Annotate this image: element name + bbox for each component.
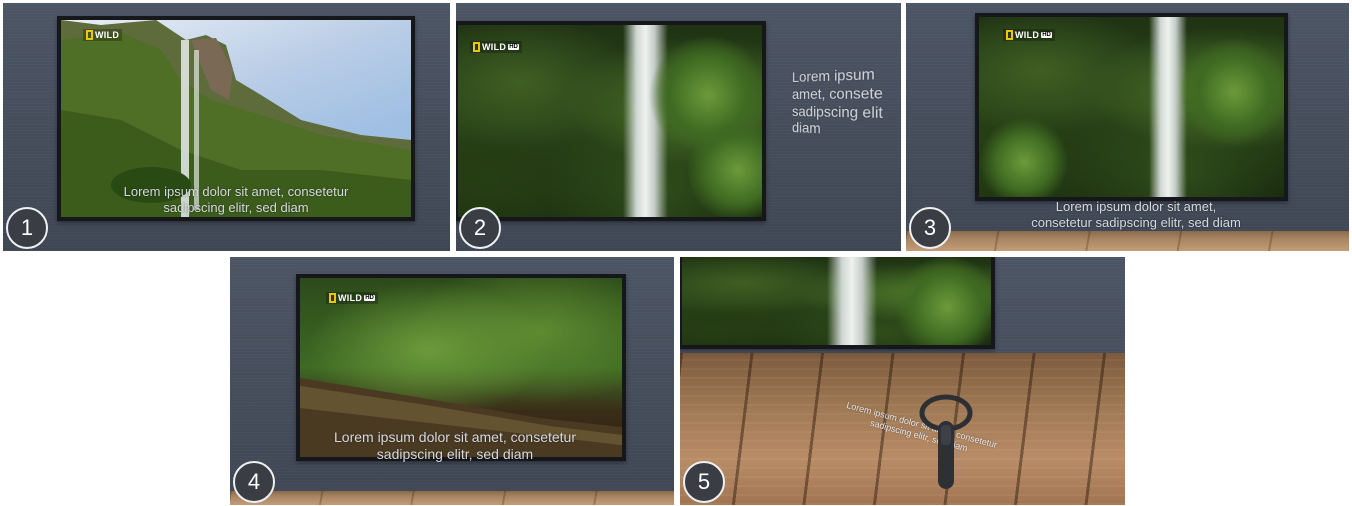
logo-text: WILD (1015, 30, 1040, 40)
video-screen-1: WILD Lorem ipsum dolor sit amet, consete… (57, 16, 415, 221)
step-badge-4: 4 (233, 461, 275, 503)
channel-logo: WILD (83, 29, 123, 41)
wooden-floor (906, 231, 1349, 251)
subtitle-line: sadipscing elitr, sed diam (376, 445, 534, 462)
video-screen-5 (680, 257, 995, 349)
hd-badge: HD (508, 44, 519, 50)
logo-frame-icon (86, 30, 93, 40)
video-screen-3: WILD HD (975, 13, 1288, 201)
channel-logo: WILD HD (326, 292, 378, 304)
subtitle-line: Lorem ipsum dolor sit amet, consetetur (334, 429, 576, 445)
channel-logo: WILD HD (470, 41, 522, 53)
panel-1: WILD Lorem ipsum dolor sit amet, consete… (3, 3, 450, 251)
logo-frame-icon (1006, 30, 1013, 40)
subtitle-line: consetetur sadipscing elitr, sed diam (1031, 214, 1241, 230)
hd-badge: HD (364, 295, 375, 301)
subtitle-line: amet, consete (792, 83, 883, 102)
step-badge-1: 1 (6, 207, 48, 249)
subtitle-4: Lorem ipsum dolor sit amet, consetetur s… (270, 429, 640, 463)
panel-5: Lorem ipsum dolor sit amet, consetetur s… (680, 257, 1125, 505)
wooden-floor (230, 491, 674, 505)
logo-frame-icon (473, 42, 480, 52)
subtitle-3: Lorem ipsum dolor sit amet, consetetur s… (966, 199, 1306, 230)
subtitle-line: diam (792, 119, 821, 137)
logo-text: WILD (95, 30, 120, 40)
panel-4: WILD HD Lorem ipsum dolor sit amet, cons… (230, 257, 674, 505)
vr-controller-icon (919, 394, 973, 489)
foliage (979, 117, 1069, 197)
video-screen-2: WILD HD (456, 21, 766, 221)
step-badge-5: 5 (683, 461, 725, 503)
subtitle-line: Lorem ipsum dolor sit amet, consetetur (123, 184, 349, 199)
subtitle-line: sadipscing elitr, sed diam (163, 199, 309, 215)
foliage (892, 257, 991, 345)
subtitle-line: Lorem ipsum dolor sit amet, (1055, 199, 1217, 214)
subtitle-line: Lorem ipsum (792, 64, 875, 85)
channel-logo: WILD HD (1003, 29, 1055, 41)
subtitle-1: Lorem ipsum dolor sit amet, consetetur s… (61, 184, 411, 215)
logo-text: WILD (482, 42, 507, 52)
step-badge-3: 3 (909, 207, 951, 249)
subtitle-2: Lorem ipsum amet, consete sadipscing eli… (792, 64, 883, 141)
waterfall (827, 257, 877, 345)
step-badge-2: 2 (459, 207, 501, 249)
logo-text: WILD (338, 293, 363, 303)
hd-badge: HD (1041, 32, 1052, 38)
logo-frame-icon (329, 293, 336, 303)
panel-3: WILD HD Lorem ipsum dolor sit amet, cons… (906, 3, 1349, 251)
foliage (1179, 37, 1284, 147)
panel-2: WILD HD Lorem ipsum amet, consete sadips… (456, 3, 901, 251)
